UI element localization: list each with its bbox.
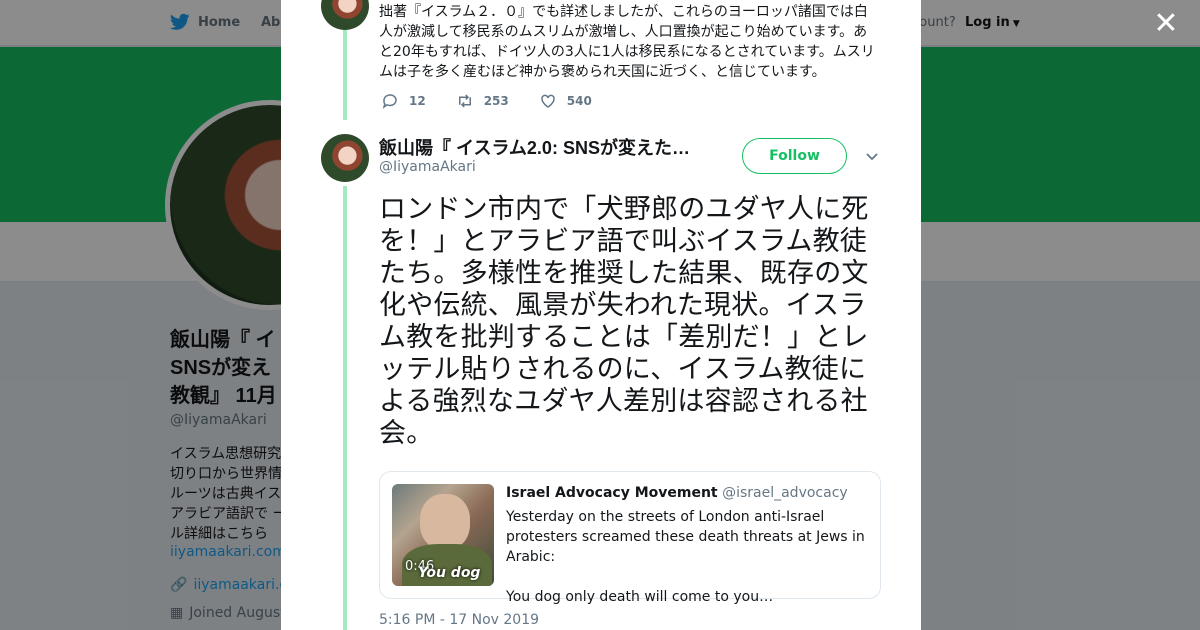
follow-button[interactable]: Follow	[742, 138, 847, 174]
tweet-author-avatar[interactable]	[321, 134, 369, 182]
tweet-text: ロンドン市内で「犬野郎のユダヤ人に死を！」とアラビア語で叫ぶイスラム教徒たち。多…	[379, 194, 869, 449]
retweet-icon	[458, 94, 471, 108]
previous-tweet-actions: 12 253 540	[381, 92, 592, 110]
close-icon[interactable]: ✕	[1152, 9, 1180, 39]
reply-count: 12	[409, 94, 426, 108]
video-person-face	[420, 494, 470, 550]
retweet-count: 253	[483, 94, 509, 108]
quoted-tweet-header: Israel Advocacy Movement @israel_advocac…	[506, 485, 848, 501]
reply-button[interactable]: 12	[381, 92, 426, 110]
tweet-author-handle[interactable]: @IiyamaAkari	[379, 159, 476, 175]
quoted-tweet-card[interactable]: 0:46 You dog Israel Advocacy Movement @i…	[379, 471, 881, 605]
previous-tweet-text: 拙著『イスラム２．０』でも詳述しましたが、これらのヨーロッパ諸国では白人が激減し…	[379, 4, 875, 80]
tweet-timestamp[interactable]: 5:16 PM - 17 Nov 2019	[379, 612, 539, 628]
reply-icon	[382, 94, 397, 109]
retweet-button[interactable]: 253	[456, 92, 509, 110]
thread-connector	[343, 30, 347, 120]
tweet-modal: 拙著『イスラム２．０』でも詳述しましたが、これらのヨーロッパ諸国では白人が激減し…	[281, 0, 921, 630]
quoted-video-thumbnail[interactable]: 0:46 You dog	[392, 484, 494, 586]
thread-connector	[343, 186, 347, 630]
quoted-tweet-text: Yesterday on the streets of London anti-…	[506, 509, 865, 605]
quoted-author-name: Israel Advocacy Movement	[506, 485, 718, 501]
chevron-down-icon[interactable]	[864, 148, 880, 164]
heart-icon	[541, 94, 555, 108]
like-button[interactable]: 540	[539, 92, 592, 110]
tweet-author-name[interactable]: 飯山陽『 イスラム2.0: SNSが変えた…	[379, 134, 699, 160]
like-count: 540	[566, 94, 592, 108]
quoted-author-handle: @israel_advocacy	[722, 485, 848, 501]
video-subtitle: You dog	[418, 565, 481, 581]
previous-tweet-avatar[interactable]	[321, 0, 369, 30]
